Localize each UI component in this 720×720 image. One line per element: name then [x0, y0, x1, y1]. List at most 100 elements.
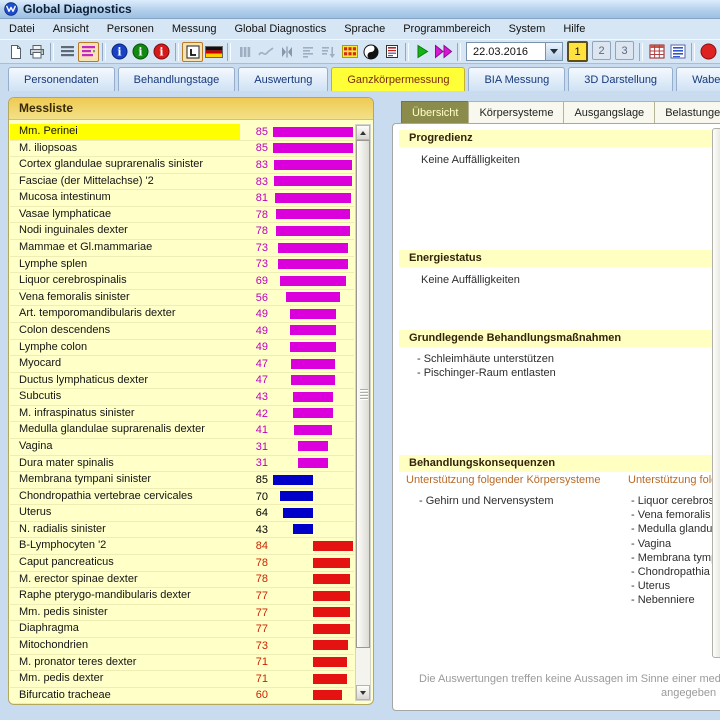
list-item[interactable]: Chondropathia vertebrae cervicales 70: [10, 489, 354, 506]
list-item[interactable]: Vagina 31: [10, 439, 354, 456]
list-item[interactable]: M. iliopsoas 85: [10, 141, 354, 158]
record-red-icon[interactable]: [698, 42, 719, 62]
list-item[interactable]: B-Lymphocyten '2 84: [10, 538, 354, 556]
menu-item[interactable]: Sprache: [335, 21, 394, 37]
list-item[interactable]: Colon descendens 49: [10, 323, 354, 340]
tab-3d-darstellung[interactable]: 3D Darstellung: [568, 67, 674, 91]
list-item-bar: [292, 524, 313, 535]
list-item[interactable]: Membrana tympani sinister 85: [10, 472, 354, 489]
clock-icon[interactable]: [182, 41, 203, 62]
list-item[interactable]: Cortex glandulae suprarenalis sinister 83: [10, 157, 354, 174]
konsequenzen-col1-header: Unterstützung folgender Körpersysteme: [406, 474, 601, 486]
table-icon[interactable]: [646, 42, 667, 62]
menu-item[interactable]: Messung: [163, 21, 226, 37]
measure-list-icon[interactable]: [57, 42, 78, 62]
list-item[interactable]: Mucosa intestinum 81: [10, 190, 354, 207]
list-item[interactable]: Medulla glandulae suprarenalis dexter 41: [10, 422, 354, 439]
fast-forward-icon[interactable]: [433, 42, 454, 62]
konsequenzen-col2-list: - Liquor cerebrospinalis - Vena femoralis…: [631, 494, 720, 608]
tab-personendaten[interactable]: Personendaten: [8, 67, 115, 91]
yin-yang-icon[interactable]: [360, 42, 381, 62]
list-item-value: 69: [255, 274, 268, 287]
tab-belastungen[interactable]: Belastungen: [654, 101, 720, 124]
list-item[interactable]: Myocard 47: [10, 356, 354, 373]
tab-k-rpersysteme[interactable]: Körpersysteme: [468, 101, 564, 124]
scroll-thumb[interactable]: [356, 140, 370, 648]
list-item-value: 31: [255, 440, 268, 453]
list-item-bar-area: [272, 472, 354, 488]
list-item[interactable]: Vasae lymphaticae 78: [10, 207, 354, 224]
color-grid-icon[interactable]: [339, 42, 360, 62]
report-icon[interactable]: [381, 42, 402, 62]
list-item[interactable]: Bifurcatio tracheae 60: [10, 688, 354, 704]
right-scrollbar[interactable]: [712, 128, 720, 658]
tab--bersicht[interactable]: Übersicht: [401, 101, 469, 124]
list-item[interactable]: Diaphragma 77: [10, 621, 354, 638]
tab-auswertung[interactable]: Auswertung: [238, 67, 329, 91]
list-item-label: Vasae lymphaticae: [19, 207, 112, 220]
list-item[interactable]: Vena femoralis sinister 56: [10, 290, 354, 307]
list-item[interactable]: Uterus 64: [10, 505, 354, 522]
list-item-bar: [290, 375, 336, 386]
list-item[interactable]: Mm. pedis dexter 71: [10, 671, 354, 688]
new-document-icon[interactable]: [5, 42, 26, 62]
list-item[interactable]: M. pronator teres dexter 71: [10, 655, 354, 672]
toolbar: i i i 22.03.2016 1 2 3: [0, 39, 720, 64]
view-button-2[interactable]: 2: [592, 41, 611, 60]
list-item[interactable]: M. erector spinae dexter 78: [10, 572, 354, 589]
tab-behandlungstage[interactable]: Behandlungstage: [117, 67, 236, 91]
list-item[interactable]: Mm. pedis sinister 77: [10, 605, 354, 622]
scroll-down-button[interactable]: [356, 685, 370, 700]
menu-item[interactable]: Global Diagnostics: [226, 21, 336, 37]
info-green-icon[interactable]: i: [130, 42, 151, 62]
info-red-icon[interactable]: i: [151, 42, 172, 62]
tab-ausgangslage[interactable]: Ausgangslage: [563, 101, 655, 124]
menu-item[interactable]: Personen: [98, 21, 163, 37]
svg-text:i: i: [138, 46, 142, 59]
scroll-up-button[interactable]: [356, 125, 370, 140]
chevron-down-icon[interactable]: [545, 42, 563, 61]
menu-item[interactable]: Datei: [0, 21, 44, 37]
list-item[interactable]: Nodi inguinales dexter 78: [10, 223, 354, 241]
list-item[interactable]: M. infraspinatus sinister 42: [10, 406, 354, 423]
measure-list-active-icon[interactable]: [78, 41, 99, 62]
list-item[interactable]: Mitochondrien 73: [10, 638, 354, 655]
list-item[interactable]: Plexus mesentericus superior '254: [10, 704, 354, 705]
date-combobox[interactable]: 22.03.2016: [466, 42, 563, 61]
list-blue-icon[interactable]: [667, 42, 688, 62]
list-item[interactable]: Mm. Perinei 85: [10, 124, 354, 141]
list-item-label: Plexus mesentericus superior '2: [10, 704, 240, 705]
menu-item[interactable]: Programmbereich: [394, 21, 499, 37]
list-item[interactable]: Liquor cerebrospinalis 69: [10, 273, 354, 290]
tab-bia-messung[interactable]: BIA Messung: [468, 67, 566, 91]
menu-item[interactable]: System: [500, 21, 555, 37]
tab-ganzk-rpermessung[interactable]: Ganzkörpermessung: [331, 67, 466, 91]
list-item[interactable]: Subcutis 43: [10, 389, 354, 406]
svg-text:i: i: [117, 46, 121, 59]
list-item[interactable]: Caput pancreaticus 78: [10, 555, 354, 572]
print-icon[interactable]: [26, 42, 47, 62]
play-icon[interactable]: [412, 42, 433, 62]
info-blue-icon[interactable]: i: [109, 42, 130, 62]
list-item[interactable]: Dura mater spinalis 31: [10, 456, 354, 473]
menu-item[interactable]: Hilfe: [554, 21, 594, 37]
list-item[interactable]: Ductus lymphaticus dexter 47: [10, 373, 354, 390]
list-item-label: M. erector spinae dexter: [19, 572, 138, 585]
list-item-bar: [289, 342, 337, 353]
menu-item[interactable]: Ansicht: [44, 21, 98, 37]
german-flag-icon[interactable]: [203, 42, 224, 62]
list-item[interactable]: Mammae et Gl.mammariae 73: [10, 240, 354, 257]
list-item[interactable]: Lymphe colon 49: [10, 340, 354, 357]
list-item[interactable]: Art. temporomandibularis dexter 49: [10, 306, 354, 323]
tab-wabenmessung[interactable]: Wabenmessung: [676, 67, 720, 91]
list-item[interactable]: Fasciae (der Mittelachse) '2 83: [10, 174, 354, 191]
view-button-1[interactable]: 1: [567, 41, 588, 62]
view-button-3[interactable]: 3: [615, 41, 634, 60]
list-item-bar: [313, 657, 347, 667]
date-value[interactable]: 22.03.2016: [466, 42, 545, 61]
list-item[interactable]: Raphe pterygo-mandibularis dexter 77: [10, 588, 354, 605]
energiestatus-body: Keine Auffälligkeiten: [421, 274, 520, 286]
list-item[interactable]: N. radialis sinister 43: [10, 522, 354, 539]
list-item[interactable]: Lymphe splen 73: [10, 257, 354, 274]
messliste-scrollbar[interactable]: [355, 124, 371, 701]
